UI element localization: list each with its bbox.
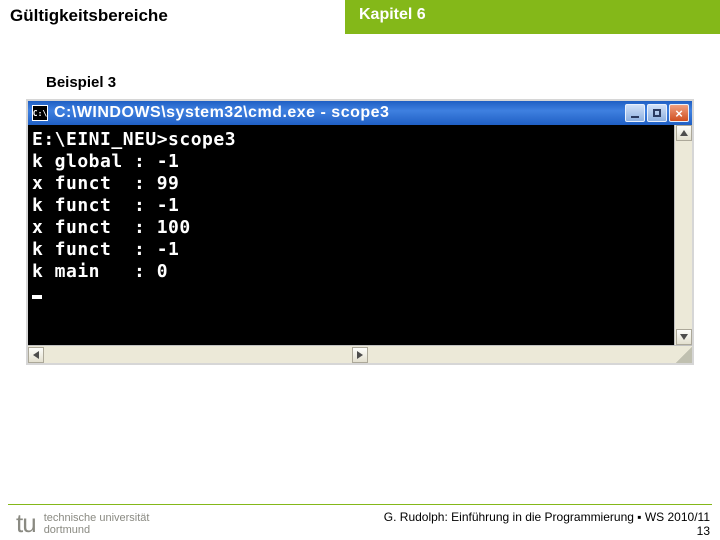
cmd-body: E:\EINI_NEU>scope3 k global : -1 x funct… [28, 125, 692, 345]
page-number: 13 [384, 524, 710, 538]
cmd-output: E:\EINI_NEU>scope3 k global : -1 x funct… [28, 125, 674, 345]
console-screenshot: C:\ C:\WINDOWS\system32\cmd.exe - scope3… [26, 99, 694, 365]
slide: Gültigkeitsbereiche Kapitel 6 Beispiel 3… [0, 0, 720, 540]
resize-grip-icon [676, 347, 692, 363]
horizontal-scrollbar[interactable] [28, 345, 692, 363]
university-logo: tu technische universität dortmund [16, 512, 149, 536]
cmd-icon: C:\ [32, 105, 48, 121]
tu-logomark: tu [16, 512, 36, 535]
header-bar: Gültigkeitsbereiche Kapitel 6 [0, 0, 720, 34]
university-name-line1: technische universität [44, 512, 150, 524]
chapter-label: Kapitel 6 [345, 0, 426, 34]
vertical-scrollbar[interactable] [674, 125, 692, 345]
cmd-cursor [32, 295, 42, 299]
slide-title: Gültigkeitsbereiche [0, 0, 345, 34]
example-heading: Beispiel 3 [46, 74, 720, 91]
cmd-titlebar: C:\ C:\WINDOWS\system32\cmd.exe - scope3… [28, 101, 692, 125]
close-button[interactable]: × [669, 104, 689, 122]
scroll-down-button[interactable] [676, 329, 692, 345]
cmd-output-text: E:\EINI_NEU>scope3 k global : -1 x funct… [32, 129, 236, 282]
attribution-text: G. Rudolph: Einführung in die Programmie… [384, 510, 710, 524]
scroll-left-button[interactable] [28, 347, 44, 363]
university-name-line2: dortmund [44, 524, 150, 536]
minimize-button[interactable] [625, 104, 645, 122]
scroll-right-button[interactable] [352, 347, 368, 363]
scroll-up-button[interactable] [676, 125, 692, 141]
window-buttons: × [625, 104, 689, 122]
maximize-button[interactable] [647, 104, 667, 122]
cmd-window: C:\ C:\WINDOWS\system32\cmd.exe - scope3… [26, 99, 694, 365]
cmd-window-title: C:\WINDOWS\system32\cmd.exe - scope3 [54, 104, 625, 122]
footer: tu technische universität dortmund G. Ru… [0, 504, 720, 540]
